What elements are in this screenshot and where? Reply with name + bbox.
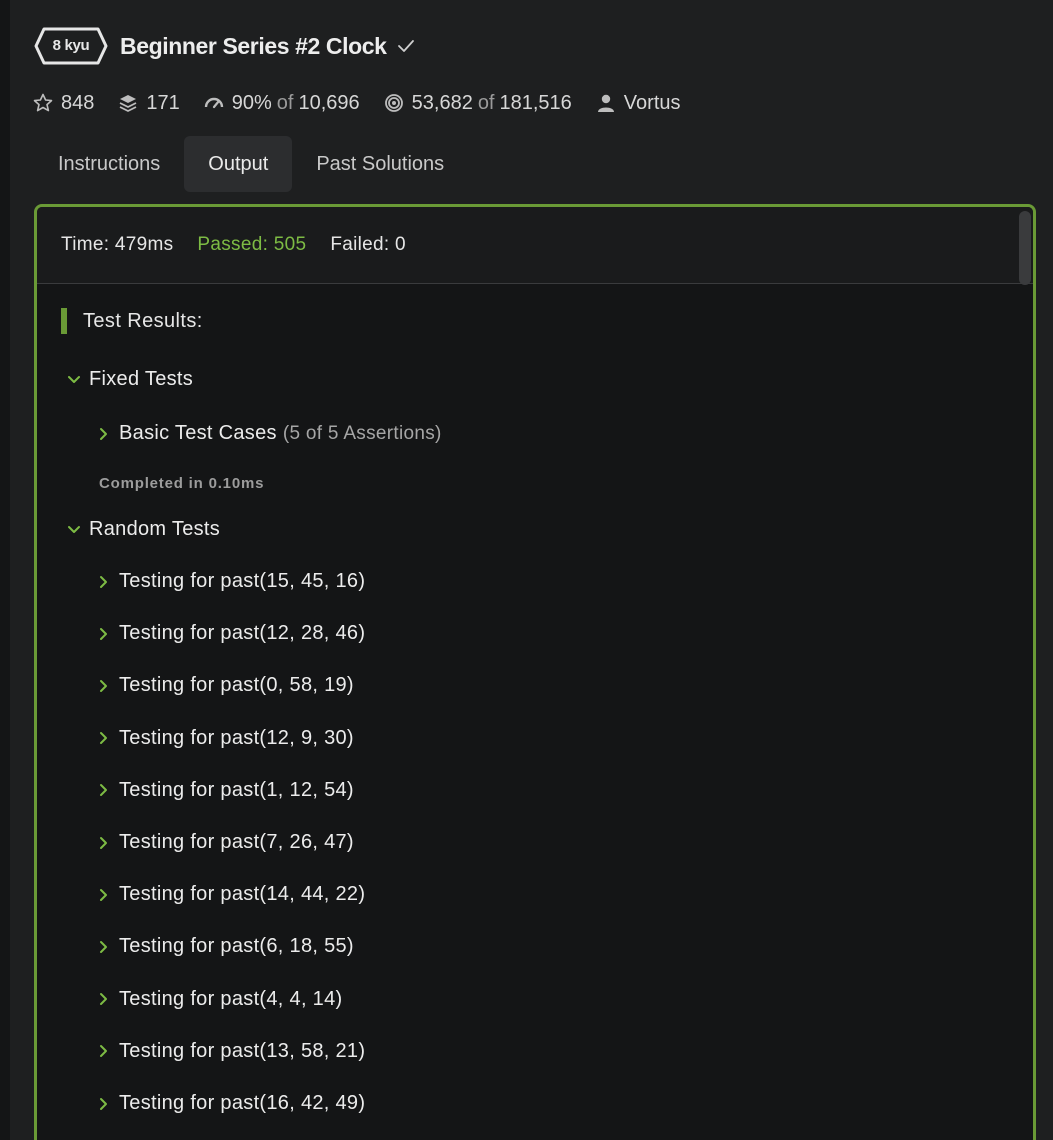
collections-count: 171: [146, 91, 180, 114]
stars-stat[interactable]: 848: [33, 92, 94, 115]
user-icon: [597, 94, 614, 112]
random-test-item[interactable]: Testing for past(12, 9, 30): [97, 727, 354, 750]
left-strip: [0, 0, 10, 1140]
kata-stats: 848 171 90% of 10,696 53,682 of 181,516 …: [33, 90, 705, 116]
output-scrollbar[interactable]: [1019, 211, 1031, 285]
random-test-item[interactable]: Testing for past(6, 18, 55): [97, 935, 354, 958]
basic-test-cases-label: Basic Test Cases: [119, 422, 277, 444]
completed-of: of: [477, 91, 495, 114]
chevron-right-icon: [100, 836, 107, 849]
kata-title[interactable]: Beginner Series #2 Clock: [120, 33, 387, 60]
random-test-item[interactable]: Testing for past(13, 58, 21): [97, 1040, 365, 1063]
random-test-label: Testing for past(6, 18, 55): [119, 935, 354, 958]
random-test-label: Testing for past(15, 45, 16): [119, 570, 366, 592]
failed-summary: Failed: 0: [330, 234, 406, 255]
chevron-right-icon: [100, 940, 107, 953]
basic-test-cases-item[interactable]: Basic Test Cases (5 of 5 Assertions): [97, 422, 442, 445]
chevron-down-icon: [68, 525, 80, 533]
check-icon: [397, 40, 414, 52]
random-test-item[interactable]: Testing for past(7, 26, 47): [97, 831, 354, 854]
target-icon: [384, 94, 403, 112]
random-tests-group[interactable]: Random Tests: [67, 518, 220, 541]
random-test-item[interactable]: Testing for past(15, 45, 16): [97, 570, 365, 593]
tab-output[interactable]: Output: [184, 136, 293, 192]
random-tests-label: Random Tests: [89, 518, 221, 540]
test-results-title: Test Results:: [83, 309, 203, 332]
random-test-label: Testing for past(13, 58, 21): [119, 1039, 366, 1062]
random-test-item[interactable]: Testing for past(16, 42, 49): [97, 1092, 365, 1115]
random-test-item[interactable]: Testing for past(1, 12, 54): [97, 779, 354, 802]
kata-tabs: Instructions Output Past Solutions: [34, 136, 468, 192]
random-test-item[interactable]: Testing for past(12, 28, 46): [97, 622, 365, 645]
random-test-label: Testing for past(16, 42, 49): [119, 1092, 366, 1114]
chevron-right-icon: [100, 732, 107, 745]
random-test-item[interactable]: Testing for past(4, 4, 14): [97, 988, 342, 1011]
author-name[interactable]: Vortus: [624, 92, 681, 115]
passed-summary: Passed: 505: [197, 234, 307, 255]
output-panel: Time: 479ms Passed: 505 Failed: 0 Test R…: [34, 204, 1036, 1140]
chevron-right-icon: [100, 679, 107, 692]
fixed-tests-label: Fixed Tests: [89, 368, 194, 390]
satisfaction-stat: 90% of 10,696: [204, 92, 360, 115]
chevron-right-icon: [100, 627, 107, 640]
random-test-item[interactable]: Testing for past(14, 44, 22): [97, 883, 365, 906]
chevron-right-icon: [100, 888, 107, 901]
random-test-label: Testing for past(12, 9, 30): [119, 726, 354, 749]
gauge-icon: [204, 97, 223, 109]
completed-time: Completed in 0.10ms: [99, 475, 265, 492]
satisfaction-total: 10,696: [298, 91, 360, 114]
chevron-right-icon: [100, 784, 107, 797]
kata-header: 8 kyu Beginner Series #2 Clock: [34, 26, 415, 66]
satisfaction-percent: 90%: [231, 91, 272, 114]
random-test-label: Testing for past(4, 4, 14): [119, 987, 343, 1010]
random-test-label: Testing for past(7, 26, 47): [119, 831, 354, 853]
heading-accent-bar: [61, 308, 67, 334]
random-test-label: Testing for past(12, 28, 46): [119, 622, 366, 645]
completion-stat: 53,682 of 181,516: [384, 92, 572, 115]
chevron-down-icon: [68, 375, 80, 383]
collections-stat[interactable]: 171: [118, 91, 180, 115]
satisfaction-of: of: [276, 91, 294, 114]
page: 8 kyu Beginner Series #2 Clock 848 171 9…: [0, 0, 1053, 1140]
random-test-label: Testing for past(14, 44, 22): [119, 883, 366, 906]
rank-label: 8 kyu: [52, 37, 90, 54]
fixed-tests-group[interactable]: Fixed Tests: [67, 368, 193, 391]
layers-icon: [119, 95, 137, 112]
stars-count: 848: [61, 91, 95, 114]
star-icon: [33, 93, 53, 112]
chevron-right-icon: [100, 1045, 107, 1058]
rank-badge: 8 kyu: [34, 27, 108, 65]
tab-past-solutions[interactable]: Past Solutions: [292, 136, 468, 192]
chevron-right-icon: [100, 1097, 107, 1110]
completed-count: 53,682: [411, 91, 473, 114]
time-summary: Time: 479ms: [61, 234, 174, 255]
attempted-total: 181,516: [499, 91, 572, 114]
chevron-right-icon: [100, 993, 107, 1006]
random-test-label: Testing for past(0, 58, 19): [119, 674, 354, 697]
test-results-heading: Test Results:: [61, 308, 203, 334]
author-stat[interactable]: Vortus: [596, 92, 681, 115]
random-test-item[interactable]: Testing for past(0, 58, 19): [97, 674, 354, 697]
chevron-right-icon: [100, 427, 107, 440]
tab-instructions[interactable]: Instructions: [34, 136, 184, 192]
test-summary: Time: 479ms Passed: 505 Failed: 0: [37, 207, 1033, 284]
random-test-label: Testing for past(1, 12, 54): [119, 778, 354, 801]
chevron-right-icon: [100, 575, 107, 588]
basic-test-assertions: (5 of 5 Assertions): [282, 422, 442, 444]
